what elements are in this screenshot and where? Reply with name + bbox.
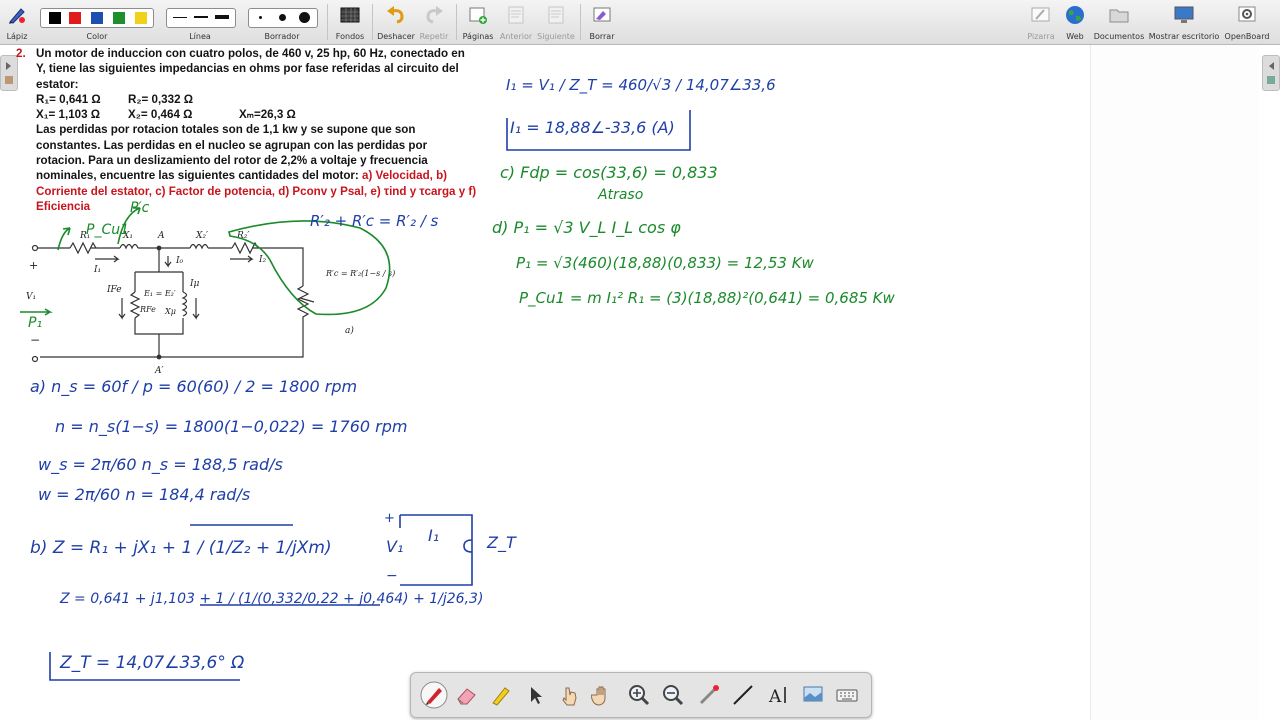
problem-line: nominales, encuentre las siguientes cant…: [36, 169, 448, 183]
problem-number: 2.: [16, 47, 26, 60]
laser-pointer-icon[interactable]: [697, 683, 721, 707]
keyboard-icon[interactable]: [835, 683, 859, 707]
problem-line: estator:: [36, 77, 79, 91]
capture-icon[interactable]: [801, 683, 825, 707]
problem-line: constantes. Las perdidas en el nucleo se…: [36, 138, 428, 152]
whiteboard-button[interactable]: Pizarra: [1024, 0, 1058, 44]
stylus-palette: A: [410, 672, 872, 718]
x1-value: X₁= 1,103 Ω: [36, 108, 101, 122]
next-page-button[interactable]: Siguiente: [536, 0, 576, 44]
problem-line: Y, tiene las siguientes impedancias en o…: [36, 62, 459, 76]
globe-icon: [1066, 6, 1084, 24]
previous-page-icon: [508, 6, 524, 24]
xm-value: Xₘ=26,3 Ω: [239, 108, 296, 122]
text-icon[interactable]: A: [767, 683, 791, 707]
line-medium[interactable]: [194, 16, 208, 18]
eraser-medium[interactable]: [279, 14, 286, 21]
clear-button[interactable]: Borrar: [584, 0, 620, 44]
impedance-row: X₁= 1,103 Ω X₂= 0,464 Ω Xₘ=26,3 Ω: [36, 107, 506, 122]
openboard-menu-button[interactable]: OpenBoard: [1222, 0, 1272, 44]
next-page-icon: [548, 6, 564, 24]
hand-icon[interactable]: [591, 683, 615, 707]
svg-text:A: A: [768, 687, 782, 707]
separator: [327, 4, 328, 40]
problem-statement: 2. Un motor de induccion con cuatro polo…: [16, 46, 506, 214]
top-toolbar: Lápiz Color Línea Borrador Fondos Deshac…: [0, 0, 1280, 45]
impedance-row: R₁= 0,641 Ω R₂= 0,332 Ω: [36, 92, 506, 107]
grid-background-icon: [340, 7, 360, 23]
separator: [372, 4, 373, 40]
line-icon[interactable]: [731, 683, 755, 707]
problem-line: Las perdidas por rotacion totales son de…: [36, 123, 416, 137]
color-group: Color: [38, 0, 156, 44]
r2-value: R₂= 0,332 Ω: [128, 92, 194, 106]
backgrounds-button[interactable]: Fondos: [332, 0, 368, 44]
redo-button[interactable]: Repetir: [416, 0, 452, 44]
previous-page-button[interactable]: Anterior: [498, 0, 534, 44]
separator: [456, 4, 457, 40]
add-page-icon: [469, 7, 487, 24]
x2-value: X₂= 0,464 Ω: [128, 108, 193, 122]
r1-value: R₁= 0,641 Ω: [36, 92, 101, 106]
line-width-group: Línea: [164, 0, 236, 44]
redo-icon: [426, 6, 443, 24]
chevron-left-icon: [1267, 62, 1275, 84]
eraser-large[interactable]: [299, 12, 310, 23]
undo-icon: [387, 6, 404, 24]
color-swatch-black[interactable]: [49, 12, 61, 24]
whiteboard-icon: [1031, 7, 1050, 22]
gear-icon: [1238, 6, 1256, 22]
chevron-right-icon: [5, 62, 13, 84]
pen-icon[interactable]: [419, 680, 449, 710]
color-swatch-red[interactable]: [69, 12, 81, 24]
eraser-size-selector: [248, 8, 318, 28]
eraser-size-group: Borrador: [246, 0, 318, 44]
monitor-icon: [1174, 6, 1194, 23]
line-width-selector: [166, 8, 236, 28]
pointer-icon[interactable]: [523, 683, 547, 707]
color-swatch-blue[interactable]: [91, 12, 103, 24]
problem-line: Un motor de induccion con cuatro polos, …: [36, 47, 465, 60]
line-thick[interactable]: [215, 15, 229, 19]
clear-page-icon: [593, 7, 611, 22]
folder-icon: [1109, 9, 1129, 23]
question-f: Eficiencia: [36, 199, 91, 213]
page-right-margin: [1090, 45, 1259, 720]
color-selector: [40, 8, 154, 28]
question-b-e: Corriente del estator, c) Factor de pote…: [36, 184, 477, 198]
eraser-icon[interactable]: [455, 683, 479, 707]
eraser-small[interactable]: [259, 16, 262, 19]
separator: [580, 4, 581, 40]
pencil-tool[interactable]: Lápiz: [2, 0, 32, 44]
color-swatch-yellow[interactable]: [135, 12, 147, 24]
undo-button[interactable]: Deshacer: [376, 0, 416, 44]
pages-button[interactable]: Páginas: [460, 0, 496, 44]
zoom-in-icon[interactable]: [627, 683, 651, 707]
pencil-icon: [9, 8, 25, 24]
show-desktop-button[interactable]: Mostrar escritorio: [1148, 0, 1220, 44]
line-thin[interactable]: [173, 17, 187, 18]
documents-button[interactable]: Documentos: [1092, 0, 1146, 44]
web-button[interactable]: Web: [1060, 0, 1090, 44]
highlighter-icon[interactable]: [489, 683, 513, 707]
problem-line: rotacion. Para un deslizamiento del roto…: [36, 154, 428, 168]
right-palette-tab[interactable]: [1262, 55, 1280, 91]
question-a: a) Velocidad, b): [358, 169, 448, 183]
selector-icon[interactable]: [557, 683, 581, 707]
color-swatch-green[interactable]: [113, 12, 125, 24]
zoom-out-icon[interactable]: [661, 683, 685, 707]
